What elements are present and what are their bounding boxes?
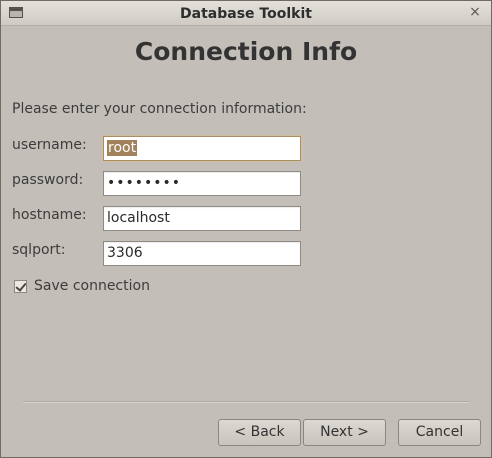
password-label: password: [12, 172, 84, 188]
window-title: Database Toolkit [180, 6, 312, 22]
intro-text: Please enter your connection information… [12, 101, 307, 117]
sqlport-field[interactable]: 3306 [103, 241, 301, 266]
close-icon[interactable]: × [467, 4, 483, 20]
save-connection-checkbox[interactable] [14, 279, 27, 293]
username-value: root [107, 140, 138, 156]
dialog-window: Database Toolkit × Connection Info Pleas… [0, 0, 492, 458]
save-connection-row[interactable]: Save connection [14, 278, 150, 294]
username-label: username: [12, 137, 87, 153]
password-field[interactable]: •••••••• [103, 171, 301, 196]
sqlport-value: 3306 [107, 245, 143, 261]
next-button[interactable]: Next > [303, 419, 386, 446]
hostname-field[interactable]: localhost [103, 206, 301, 231]
hostname-value: localhost [107, 210, 170, 226]
sqlport-label: sqlport: [12, 242, 66, 258]
page-title: Connection Info [134, 37, 358, 66]
title-bar[interactable]: Database Toolkit × [1, 1, 491, 26]
save-connection-label[interactable]: Save connection [34, 278, 150, 294]
username-field[interactable]: root [103, 136, 301, 161]
button-separator [23, 401, 469, 403]
password-value: •••••••• [107, 175, 182, 191]
hostname-label: hostname: [12, 207, 87, 223]
cancel-button[interactable]: Cancel [398, 419, 481, 446]
back-button[interactable]: < Back [218, 419, 301, 446]
